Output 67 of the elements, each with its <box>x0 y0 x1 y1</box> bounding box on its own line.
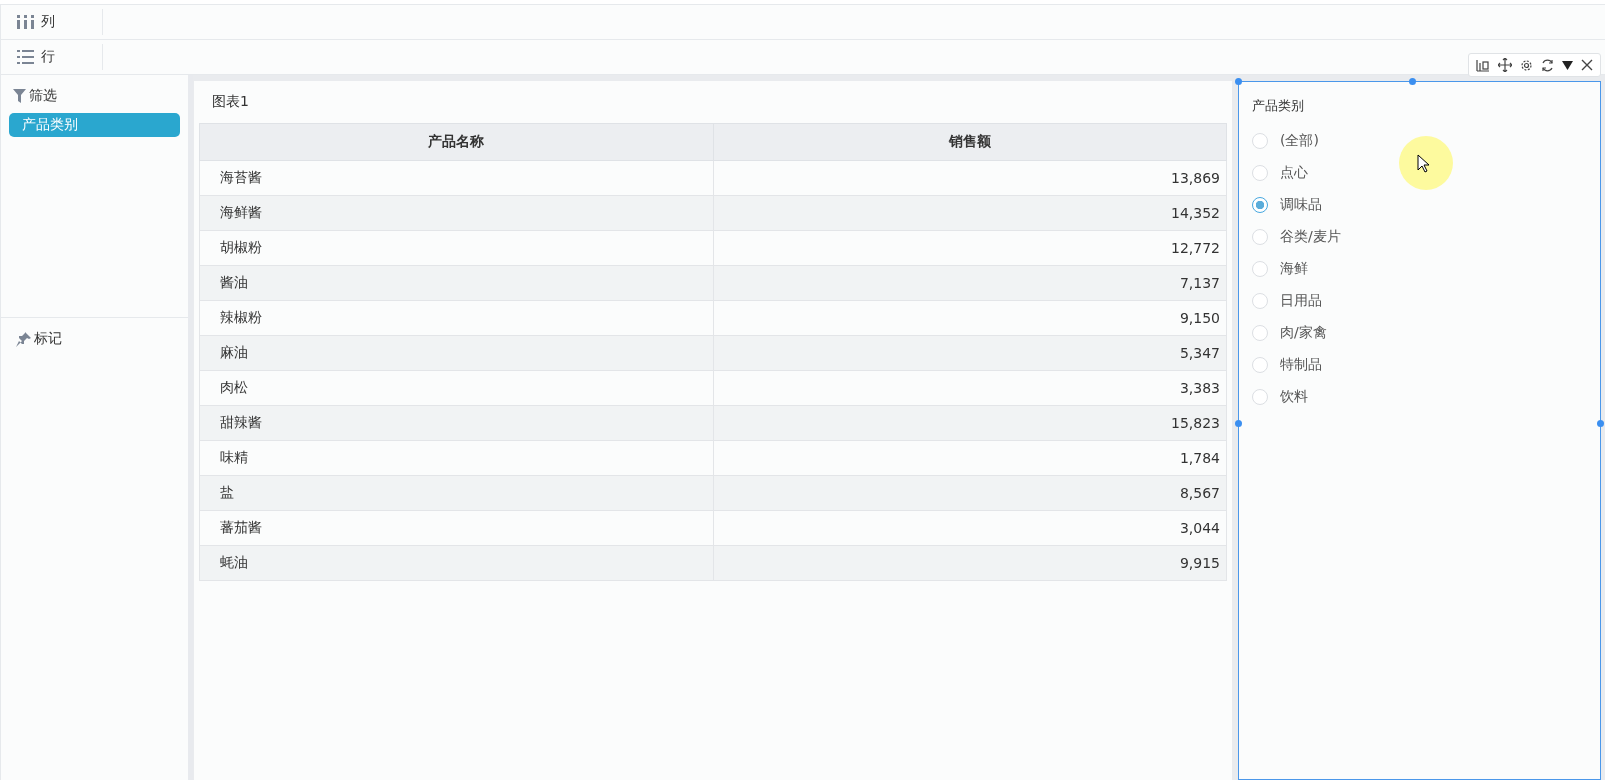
table-cell: 9,150 <box>713 300 1227 336</box>
table-cell: 7,137 <box>713 265 1227 301</box>
option-label: 海鲜 <box>1280 260 1308 278</box>
radio-option[interactable]: 日用品 <box>1252 285 1322 317</box>
column-header: 销售额 <box>713 123 1227 161</box>
radio-option[interactable]: 肉/家禽 <box>1252 317 1327 349</box>
option-label: 日用品 <box>1280 292 1322 310</box>
refresh-icon[interactable] <box>1541 58 1554 72</box>
shelf-label: 列 <box>41 13 55 31</box>
table-cell: 海苔酱 <box>199 160 713 196</box>
cursor-highlight <box>1399 136 1453 190</box>
filter-panel-title: 产品类别 <box>1252 97 1305 115</box>
option-label: 特制品 <box>1280 356 1322 374</box>
move-icon[interactable] <box>1498 58 1512 72</box>
radio-option[interactable]: 调味品 <box>1252 189 1322 221</box>
option-label: 饮料 <box>1280 388 1308 406</box>
radio-button[interactable] <box>1252 197 1268 213</box>
columns-icon <box>17 15 34 29</box>
table-cell: 8,567 <box>713 475 1227 511</box>
table-cell: 5,347 <box>713 335 1227 371</box>
radio-option[interactable]: 海鲜 <box>1252 253 1308 285</box>
shelf-label: 行 <box>41 48 55 66</box>
table-cell: 蚝油 <box>199 545 713 581</box>
radio-option[interactable]: (全部) <box>1252 125 1319 157</box>
resize-handle[interactable] <box>1235 420 1242 427</box>
table-cell: 14,352 <box>713 195 1227 231</box>
filter-icon <box>13 89 26 103</box>
table-cell: 肉松 <box>199 370 713 406</box>
table-cell: 蕃茄酱 <box>199 510 713 546</box>
table-cell: 海鲜酱 <box>199 195 713 231</box>
resize-handle[interactable] <box>1597 420 1604 427</box>
radio-option[interactable]: 谷类/麦片 <box>1252 221 1341 253</box>
table-cell: 辣椒粉 <box>199 300 713 336</box>
option-label: 调味品 <box>1280 196 1322 214</box>
table-cell: 甜辣酱 <box>199 405 713 441</box>
table-cell: 1,784 <box>713 440 1227 476</box>
table-cell: 味精 <box>199 440 713 476</box>
table-cell: 3,044 <box>713 510 1227 546</box>
radio-option[interactable]: 饮料 <box>1252 381 1308 413</box>
pin-icon <box>16 331 31 347</box>
table-cell: 9,915 <box>713 545 1227 581</box>
option-label: (全部) <box>1280 132 1319 150</box>
option-label: 谷类/麦片 <box>1280 228 1341 246</box>
option-label: 肉/家禽 <box>1280 324 1327 342</box>
radio-option[interactable]: 特制品 <box>1252 349 1322 381</box>
radio-option[interactable]: 点心 <box>1252 157 1308 189</box>
table-cell: 酱油 <box>199 265 713 301</box>
table-cell: 15,823 <box>713 405 1227 441</box>
cursor-icon <box>1417 154 1430 173</box>
table-cell: 13,869 <box>713 160 1227 196</box>
resize-handle[interactable] <box>1235 78 1242 85</box>
close-icon[interactable] <box>1581 59 1593 71</box>
resize-handle[interactable] <box>1409 78 1416 85</box>
filter-section-title: 筛选 <box>29 87 57 105</box>
table-cell: 麻油 <box>199 335 713 371</box>
list-icon <box>17 50 34 64</box>
marks-section-title: 标记 <box>34 330 62 348</box>
chart-title: 图表1 <box>211 92 250 111</box>
settings-icon[interactable] <box>1520 58 1533 72</box>
table-cell: 3,383 <box>713 370 1227 406</box>
table-cell: 盐 <box>199 475 713 511</box>
chart-icon[interactable] <box>1476 58 1490 72</box>
table-cell: 12,772 <box>713 230 1227 266</box>
caret-down-icon[interactable] <box>1562 60 1573 70</box>
column-header: 产品名称 <box>199 123 713 161</box>
option-label: 点心 <box>1280 164 1308 182</box>
table-cell: 胡椒粉 <box>199 230 713 266</box>
